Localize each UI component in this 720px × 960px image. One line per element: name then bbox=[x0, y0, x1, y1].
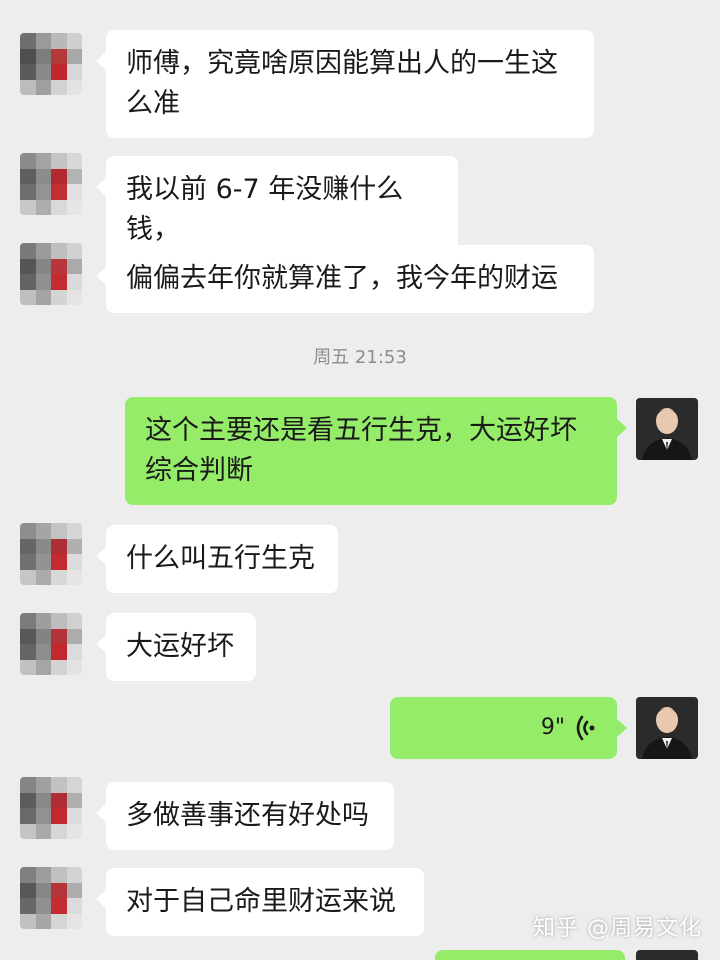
incoming-message-bubble[interactable]: 大运好坏 bbox=[96, 613, 256, 681]
contact-avatar[interactable] bbox=[20, 33, 82, 95]
voice-duration: 9" bbox=[540, 715, 565, 740]
user-avatar[interactable] bbox=[636, 697, 698, 759]
person-avatar-icon bbox=[636, 697, 698, 759]
user-avatar[interactable] bbox=[636, 950, 698, 960]
incoming-message-bubble[interactable]: 师傅，究竟啥原因能算出人的一生这么准 bbox=[96, 30, 594, 138]
outgoing-message-bubble[interactable] bbox=[435, 950, 625, 960]
voice-wave-icon bbox=[576, 715, 595, 741]
incoming-message-bubble[interactable]: 什么叫五行生克 bbox=[96, 525, 338, 593]
message-timestamp: 周五 21:53 bbox=[313, 347, 407, 368]
incoming-message-bubble[interactable]: 多做善事还有好处吗 bbox=[96, 782, 394, 850]
person-avatar-icon bbox=[636, 398, 698, 460]
chat-window: 师傅，究竟啥原因能算出人的一生这么准 我以前 6-7 年没赚什么钱， 偏偏去年你… bbox=[0, 0, 720, 960]
contact-avatar[interactable] bbox=[20, 613, 82, 675]
contact-avatar[interactable] bbox=[20, 243, 82, 305]
voice-message-bubble[interactable]: 9" bbox=[390, 697, 627, 759]
incoming-message-bubble[interactable]: 偏偏去年你就算准了，我今年的财运 bbox=[96, 245, 594, 313]
contact-avatar[interactable] bbox=[20, 777, 82, 839]
contact-avatar[interactable] bbox=[20, 867, 82, 929]
user-avatar[interactable] bbox=[636, 398, 698, 460]
outgoing-message-bubble[interactable]: 这个主要还是看五行生克，大运好坏综合判断 bbox=[125, 397, 627, 505]
watermark-text: 知乎 @周易文化 bbox=[533, 916, 702, 941]
contact-avatar[interactable] bbox=[20, 523, 82, 585]
contact-avatar[interactable] bbox=[20, 153, 82, 215]
incoming-message-bubble[interactable]: 对于自己命里财运来说 bbox=[96, 868, 424, 936]
